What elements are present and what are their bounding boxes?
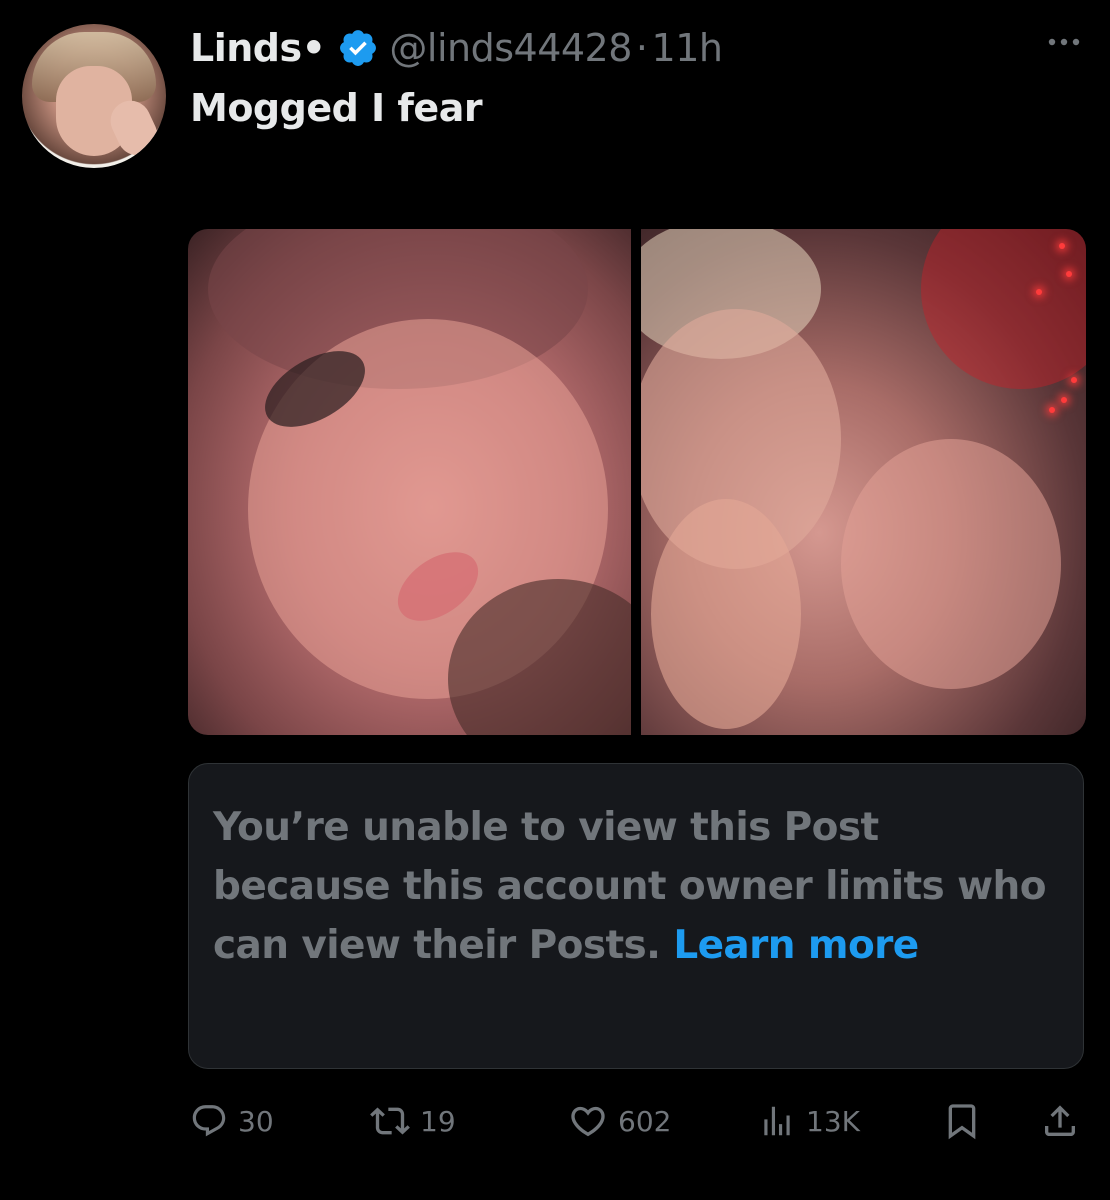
repost-count: 19	[420, 1104, 456, 1138]
media-photo-1[interactable]	[188, 229, 631, 735]
author-handle[interactable]: @linds44428	[389, 26, 632, 70]
like-button[interactable]: 602	[568, 1095, 671, 1147]
repost-icon	[370, 1101, 410, 1141]
heart-icon	[568, 1101, 608, 1141]
media-photo-2[interactable]	[641, 229, 1086, 735]
post-header: Linds• @linds44428 · 11h	[190, 24, 723, 72]
led-light	[1061, 397, 1067, 403]
reply-button[interactable]: 30	[190, 1095, 274, 1147]
photo-2-hand	[651, 499, 801, 729]
led-light	[1059, 243, 1065, 249]
share-button[interactable]	[1040, 1095, 1080, 1147]
author-display-name[interactable]: Linds•	[190, 26, 326, 70]
like-count: 602	[618, 1104, 672, 1138]
share-icon	[1040, 1101, 1080, 1141]
photo-2-room	[921, 229, 1086, 389]
media-grid	[188, 229, 1086, 735]
verified-badge-icon	[337, 27, 379, 69]
photo-2-shoulder	[841, 439, 1061, 689]
views-chart-icon	[758, 1102, 796, 1140]
restricted-post-notice: You’re unable to view this Post because …	[188, 763, 1084, 1069]
view-count: 13K	[806, 1104, 860, 1138]
post-timestamp[interactable]: 11h	[652, 26, 723, 70]
action-bar: 30 19 602 13K	[190, 1095, 1085, 1147]
views-button[interactable]: 13K	[758, 1095, 860, 1147]
post-text: Mogged I fear	[190, 86, 483, 130]
author-avatar[interactable]	[22, 24, 166, 168]
led-light	[1049, 407, 1055, 413]
restricted-notice-message: You’re unable to view this Post because …	[213, 805, 1046, 968]
led-light	[1066, 271, 1072, 277]
learn-more-link[interactable]: Learn more	[673, 923, 919, 968]
bookmark-icon	[942, 1101, 982, 1141]
reply-count: 30	[238, 1104, 274, 1138]
header-separator: ·	[635, 26, 648, 70]
post[interactable]: Linds• @linds44428 · 11h Mogged I fear Y…	[0, 0, 1110, 1200]
led-light	[1071, 377, 1077, 383]
led-light	[1036, 289, 1042, 295]
reply-icon	[190, 1102, 228, 1140]
more-options-icon[interactable]	[1044, 32, 1084, 52]
restricted-notice-text: You’re unable to view this Post because …	[213, 798, 1059, 975]
bookmark-button[interactable]	[942, 1095, 982, 1147]
repost-button[interactable]: 19	[370, 1095, 456, 1147]
